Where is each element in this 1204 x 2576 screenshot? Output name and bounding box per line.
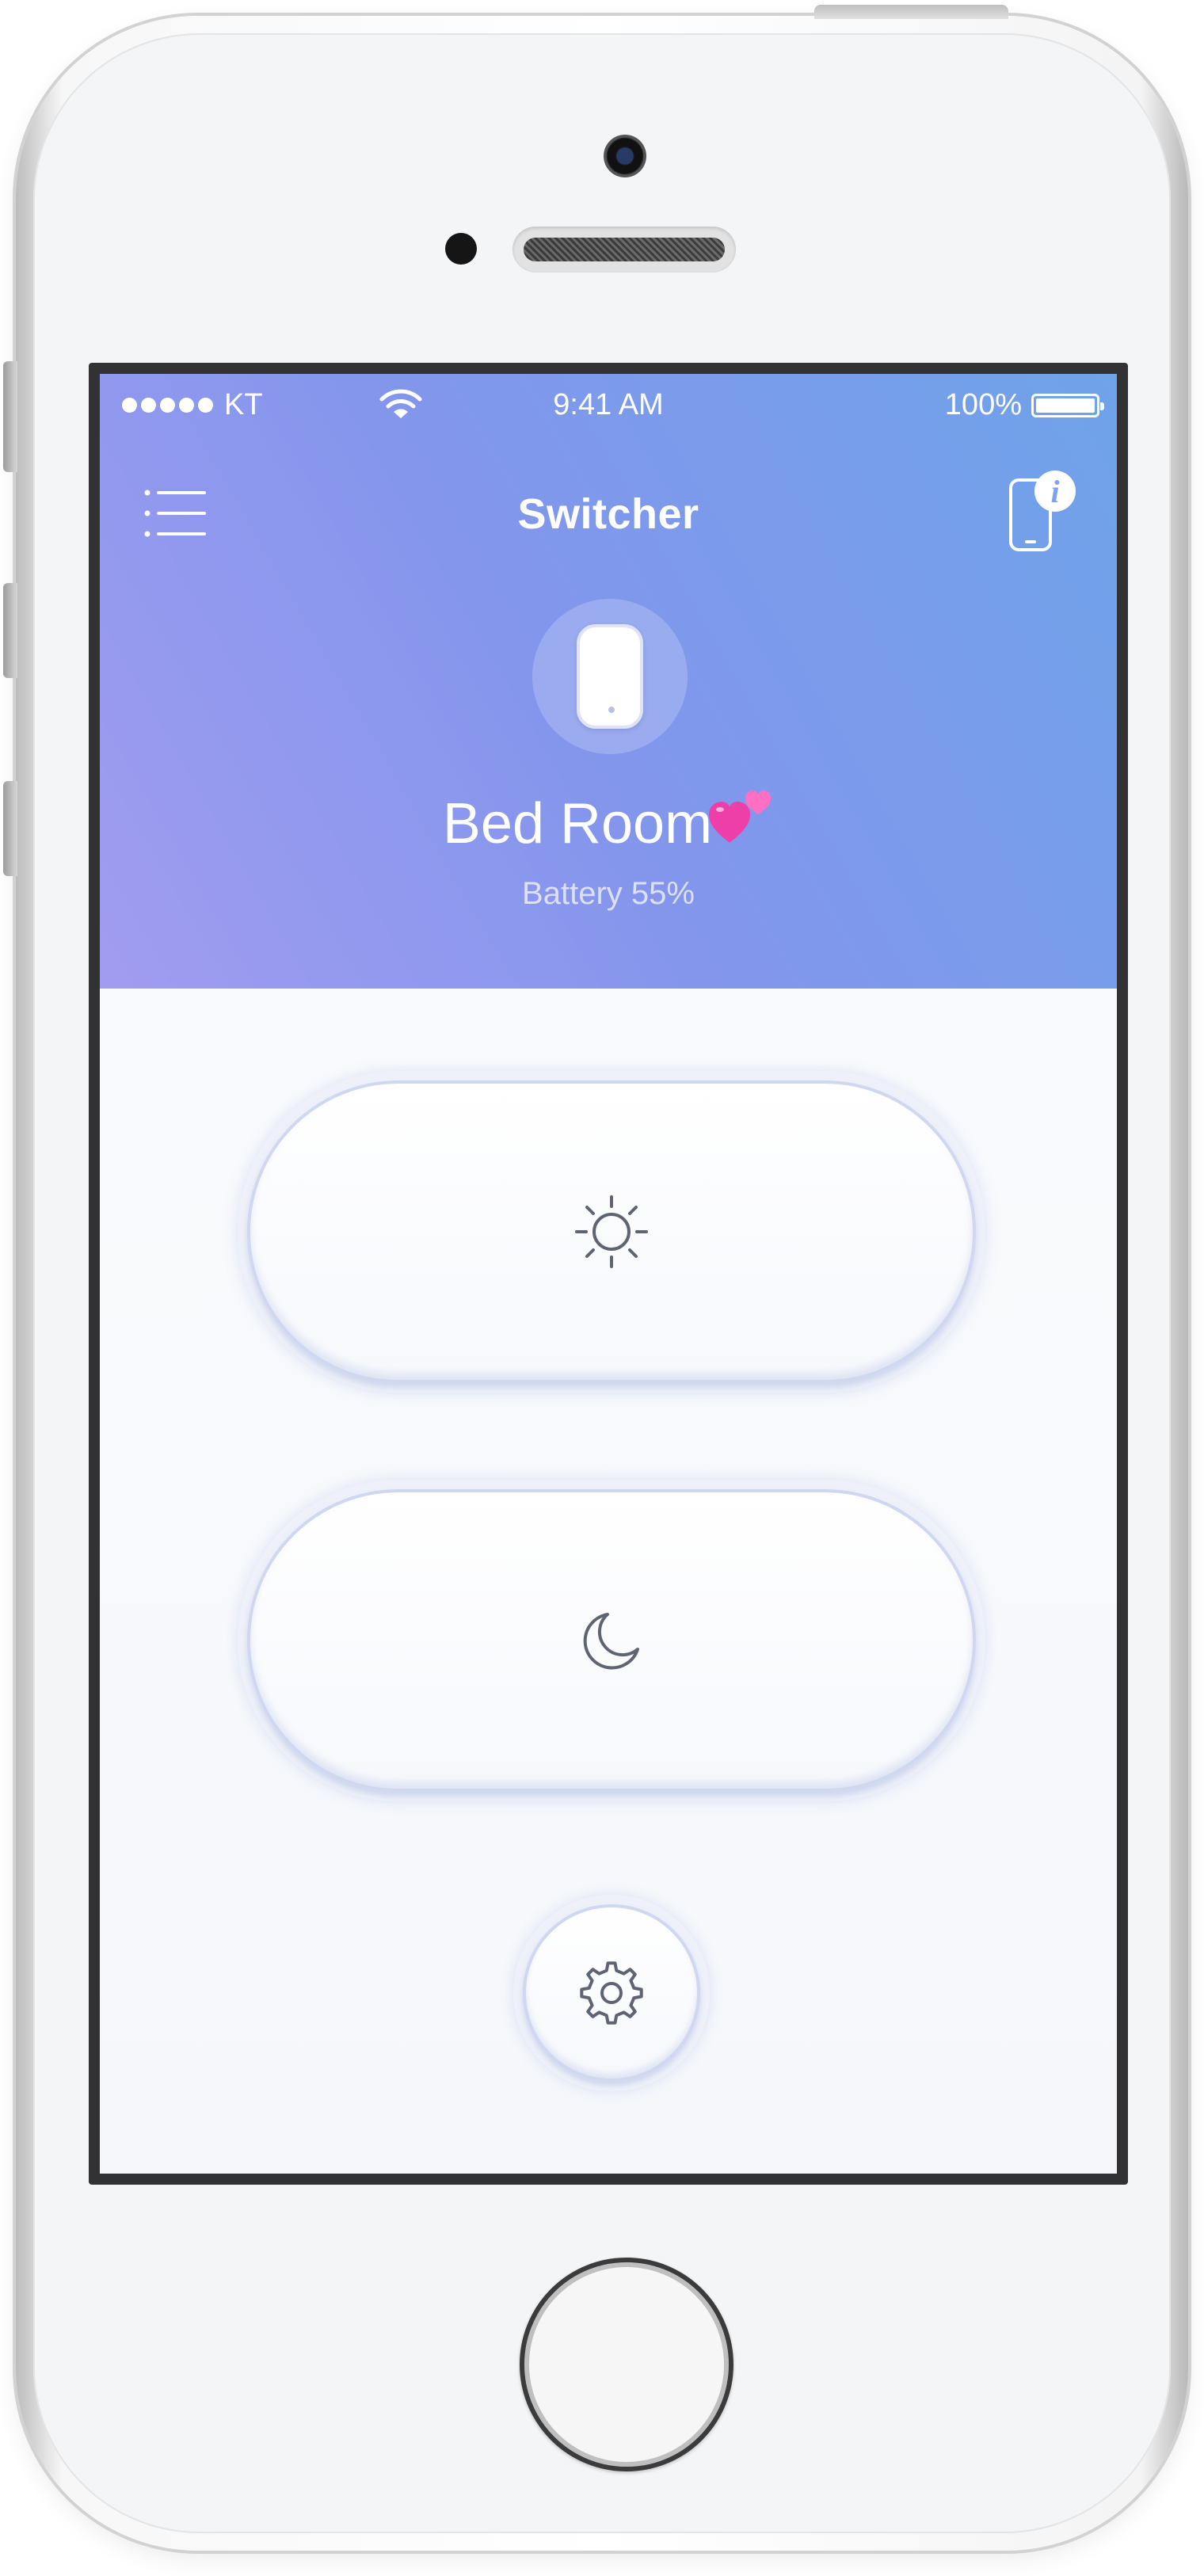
two-hearts-icon: [709, 791, 772, 843]
turn-off-button[interactable]: [238, 1480, 985, 1801]
app-screen: KT 9:41 AM 100% Switcher i Bed Room Batt…: [89, 363, 1128, 2185]
earpiece-speaker: [512, 227, 736, 272]
nav-bar: Switcher i: [100, 469, 1117, 556]
device-name: Bed Room: [100, 784, 1117, 856]
moon-icon: [583, 1613, 639, 1670]
switch-device-icon: [532, 599, 688, 754]
page-title: Switcher: [517, 490, 699, 538]
device-battery-text: Battery 55%: [522, 876, 695, 911]
front-camera: [604, 135, 646, 177]
power-button: [814, 5, 1008, 19]
gear-outline: [580, 1961, 643, 2025]
volume-down-button: [3, 781, 17, 876]
volume-up-button: [3, 583, 17, 678]
silent-switch: [3, 361, 17, 472]
battery-status: 100%: [944, 388, 1104, 422]
device-info-icon[interactable]: i: [1006, 469, 1077, 556]
battery-percent: 100%: [944, 388, 1022, 421]
device-header: KT 9:41 AM 100% Switcher i Bed Room Batt…: [100, 374, 1117, 989]
turn-on-button[interactable]: [238, 1071, 985, 1393]
proximity-sensor: [445, 233, 477, 265]
sun-icon: [575, 1195, 648, 1268]
settings-button[interactable]: [513, 1895, 710, 2091]
gear-icon: [580, 1961, 643, 2025]
device-name-text: Bed Room: [442, 792, 713, 855]
battery-icon: [1031, 393, 1104, 417]
svg-text:i: i: [1050, 474, 1059, 509]
status-bar: KT 9:41 AM 100%: [100, 374, 1117, 437]
home-button[interactable]: [520, 2258, 733, 2471]
